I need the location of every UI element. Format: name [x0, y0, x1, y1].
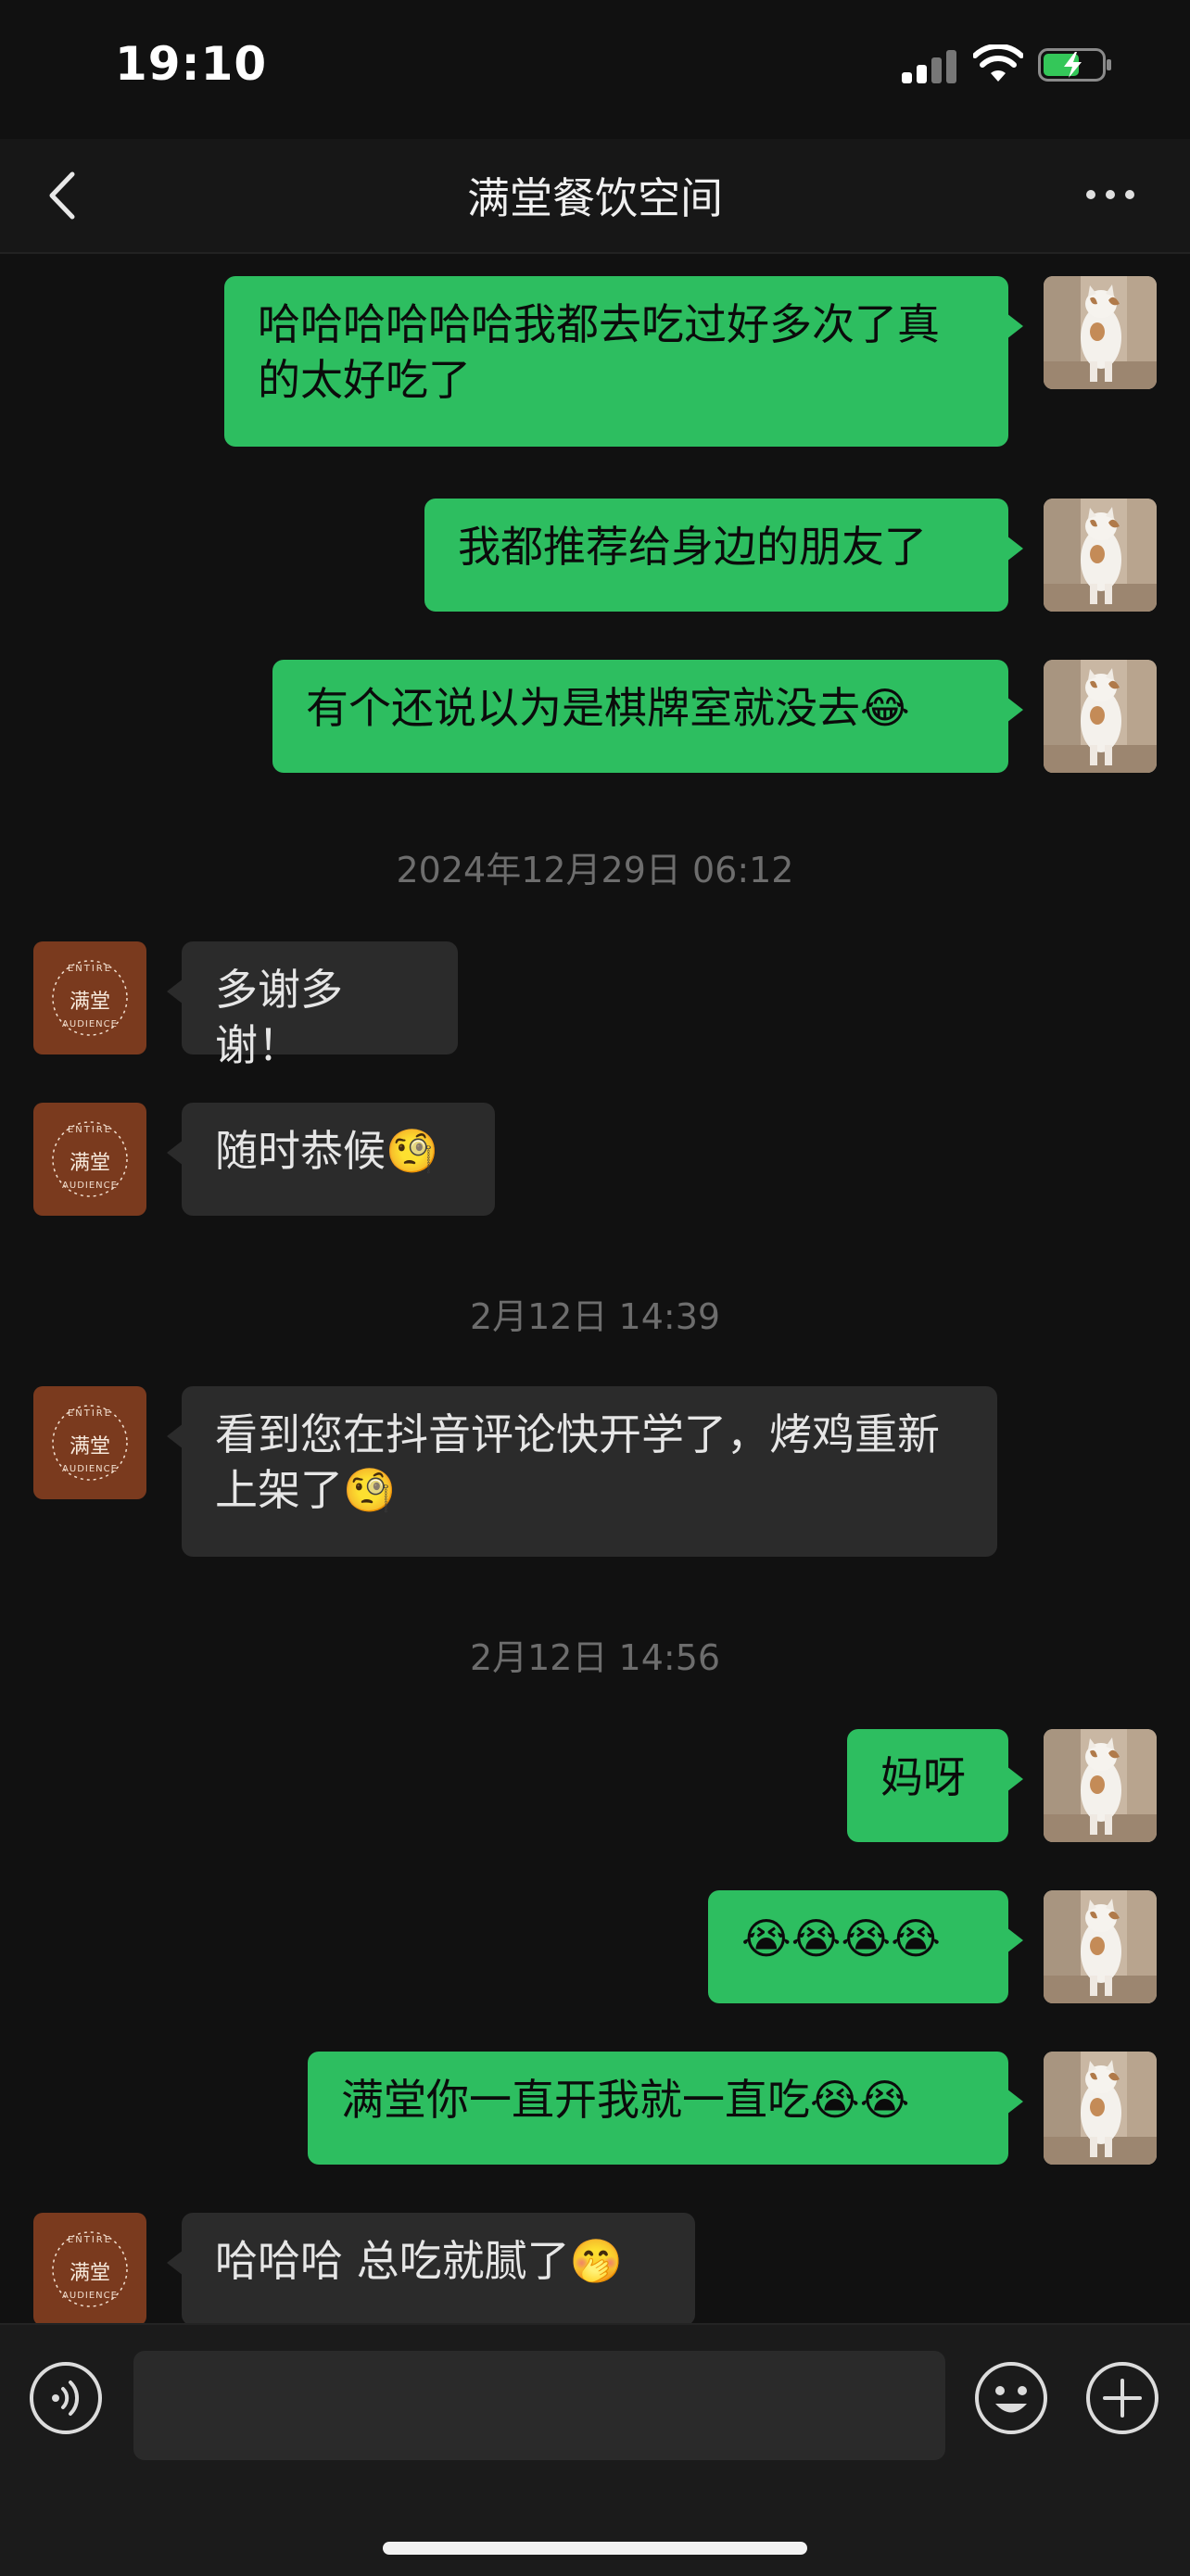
message-row: 哈哈哈哈哈哈我都去吃过好多次了真的太好吃了 — [0, 276, 1190, 452]
status-bar: 19:10 — [0, 0, 1190, 139]
contact-avatar[interactable]: ENTIRE 满堂 AUDIENCE — [33, 1386, 146, 1499]
contact-avatar[interactable]: ENTIRE 满堂 AUDIENCE — [33, 941, 146, 1054]
my-avatar[interactable] — [1044, 1729, 1157, 1842]
message-row: 有个还说以为是棋牌室就没去😂 — [0, 660, 1190, 775]
status-time: 19:10 — [115, 37, 268, 91]
input-bar — [0, 2323, 1190, 2576]
message-input[interactable] — [133, 2351, 945, 2460]
message-row: ENTIRE 满堂 AUDIENCE 随时恭候🧐 — [0, 1103, 1190, 1218]
my-avatar[interactable] — [1044, 1890, 1157, 2003]
voice-icon[interactable] — [28, 2360, 104, 2436]
contact-avatar[interactable]: ENTIRE 满堂 AUDIENCE — [33, 2213, 146, 2323]
more-dots-icon[interactable] — [1082, 174, 1138, 211]
my-avatar[interactable] — [1044, 2052, 1157, 2165]
message-row: ENTIRE 满堂 AUDIENCE 多谢多谢！ — [0, 941, 1190, 1070]
plus-icon[interactable] — [1084, 2360, 1160, 2436]
contact-avatar[interactable]: ENTIRE 满堂 AUDIENCE — [33, 1103, 146, 1216]
message-row: ENTIRE 满堂 AUDIENCE 看到您在抖音评论快开学了，烤鸡重新上架了🧐 — [0, 1386, 1190, 1559]
message-row: ENTIRE 满堂 AUDIENCE 哈哈哈 总吃就腻了🤭 — [0, 2213, 1190, 2323]
battery-charging-icon — [1038, 48, 1112, 82]
message-row: 😭😭😭😭 — [0, 1890, 1190, 2005]
wifi-icon — [973, 44, 1023, 83]
chat-title: 满堂餐饮空间 — [467, 173, 723, 223]
message-row: 妈呀 — [0, 1729, 1190, 1844]
my-avatar[interactable] — [1044, 276, 1157, 389]
message-bubble-received[interactable]: 随时恭候🧐 — [167, 1103, 495, 1216]
message-bubble-sent[interactable]: 妈呀 — [847, 1729, 1023, 1842]
my-avatar[interactable] — [1044, 660, 1157, 773]
my-avatar[interactable] — [1044, 499, 1157, 612]
message-bubble-sent[interactable]: 哈哈哈哈哈哈我都去吃过好多次了真的太好吃了 — [224, 276, 1023, 447]
chat-header: 满堂餐饮空间 — [0, 139, 1190, 254]
message-bubble-sent[interactable]: 有个还说以为是棋牌室就没去😂 — [272, 660, 1023, 773]
message-row: 满堂你一直开我就一直吃😭😭 — [0, 2052, 1190, 2166]
message-bubble-sent[interactable]: 我都推荐给身边的朋友了 — [424, 499, 1023, 612]
message-row: 我都推荐给身边的朋友了 — [0, 499, 1190, 613]
message-bubble-sent[interactable]: 😭😭😭😭 — [708, 1890, 1023, 2003]
chat-messages[interactable]: 哈哈哈哈哈哈我都去吃过好多次了真的太好吃了 我都推荐给身边的朋友了 有个还说以为… — [0, 252, 1190, 2323]
message-bubble-received[interactable]: 看到您在抖音评论快开学了，烤鸡重新上架了🧐 — [167, 1386, 997, 1557]
home-indicator[interactable] — [383, 2542, 807, 2555]
cellular-signal-icon — [902, 48, 957, 83]
message-timestamp: 2月12日 14:56 — [469, 1637, 721, 1678]
message-bubble-received[interactable]: 哈哈哈 总吃就腻了🤭 — [167, 2213, 695, 2323]
message-bubble-sent[interactable]: 满堂你一直开我就一直吃😭😭 — [308, 2052, 1023, 2165]
message-bubble-received[interactable]: 多谢多谢！ — [167, 941, 458, 1070]
emoji-icon[interactable] — [973, 2360, 1049, 2436]
message-timestamp: 2024年12月29日 06:12 — [396, 850, 794, 890]
message-timestamp: 2月12日 14:39 — [469, 1296, 721, 1337]
